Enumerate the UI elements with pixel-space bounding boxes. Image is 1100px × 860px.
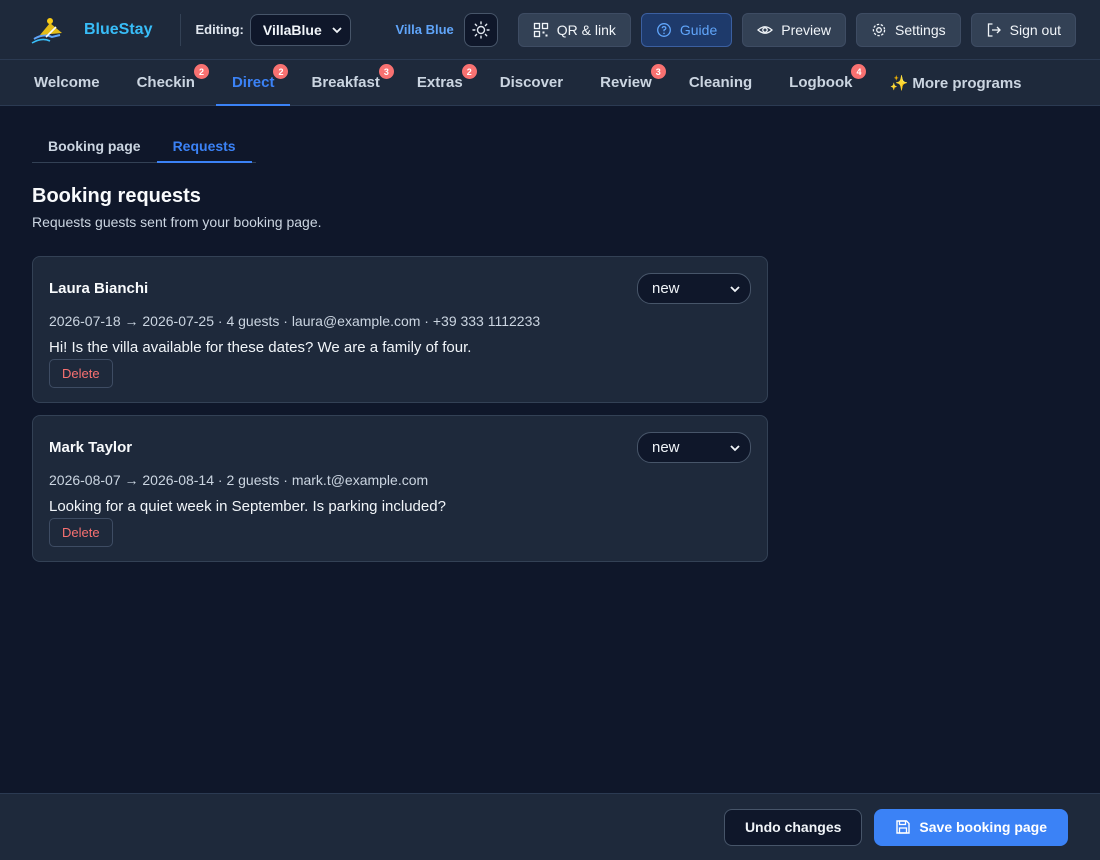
chevron-down-icon	[730, 285, 740, 292]
brand[interactable]: BlueStay	[30, 13, 152, 47]
request-card: Mark Taylor new 2026-08-07 → 2026-08-14 …	[32, 415, 768, 562]
tab-welcome[interactable]: Welcome	[18, 60, 116, 105]
tab-label: ✨ More programs	[889, 74, 1022, 92]
brand-name: BlueStay	[84, 20, 153, 38]
section-title: Booking requests	[32, 185, 201, 207]
theme-toggle-button[interactable]	[463, 12, 498, 47]
save-booking-page-label: Save booking page	[919, 819, 1047, 835]
tab-extras[interactable]: Extras 2	[401, 60, 479, 105]
request-message: Looking for a quiet week in September. I…	[49, 498, 446, 515]
guide-button[interactable]: Guide	[640, 12, 733, 47]
tab-more-programs[interactable]: ✨ More programs	[873, 60, 1037, 105]
tab-badge: 4	[851, 64, 867, 79]
tab-label: Welcome	[34, 74, 100, 91]
main-tab-bar: Welcome Checkin 2 Direct 2 Breakfast 3 E…	[0, 60, 1100, 106]
tab-discover[interactable]: Discover	[484, 60, 579, 105]
subtab-requests[interactable]: Requests	[156, 130, 252, 163]
sign-out-label: Sign out	[1009, 21, 1061, 38]
header-divider	[180, 13, 182, 46]
sun-icon	[472, 20, 490, 39]
tab-cleaning[interactable]: Cleaning	[673, 60, 768, 105]
delete-button[interactable]: Delete	[49, 359, 113, 388]
preview-button[interactable]: Preview	[742, 12, 847, 47]
gear-icon	[872, 23, 886, 36]
tab-review[interactable]: Review 3	[584, 60, 668, 105]
settings-label: Settings	[895, 21, 946, 38]
tab-breakfast[interactable]: Breakfast 3	[295, 60, 395, 105]
villa-select[interactable]: VillaBlue	[249, 13, 351, 46]
bluestay-logo-icon	[31, 17, 62, 44]
villa-name: Villa Blue	[395, 22, 454, 37]
tab-label: Logbook	[789, 74, 853, 91]
status-select[interactable]: new	[637, 273, 751, 304]
footer-bar: Undo changes Save booking page	[0, 793, 1100, 860]
tab-logbook[interactable]: Logbook 4	[773, 60, 868, 105]
tab-badge: 2	[193, 64, 209, 79]
editing-label: Editing:	[195, 22, 244, 37]
request-card-header: Mark Taylor new	[49, 432, 751, 463]
request-card: Laura Bianchi new 2026-07-18 → 2026-07-2…	[32, 256, 768, 403]
request-list: Laura Bianchi new 2026-07-18 → 2026-07-2…	[32, 256, 768, 562]
villa-select-value: VillaBlue	[262, 21, 322, 38]
sign-out-icon	[987, 22, 1001, 37]
qr-code-icon	[533, 22, 548, 37]
tab-label: Checkin	[136, 74, 195, 91]
status-select-value: new	[652, 439, 680, 456]
preview-label: Preview	[781, 21, 832, 38]
sub-tab-bar: Booking page Requests	[32, 130, 256, 163]
sign-out-button[interactable]: Sign out	[970, 12, 1076, 47]
undo-changes-label: Undo changes	[744, 819, 842, 835]
tab-label: Direct	[231, 74, 275, 91]
request-details: 2026-08-07 → 2026-08-14 · 2 guests · mar…	[49, 472, 429, 488]
save-booking-page-button[interactable]: Save booking page	[874, 808, 1068, 846]
save-disk-icon	[896, 820, 911, 834]
guest-name: Laura Bianchi	[49, 280, 149, 297]
status-select[interactable]: new	[637, 432, 751, 463]
chevron-down-icon	[332, 26, 342, 33]
qr-link-button[interactable]: QR & link	[517, 12, 631, 47]
tab-label: Review	[600, 74, 652, 91]
tab-badge: 2	[461, 64, 477, 79]
tab-badge: 3	[378, 64, 394, 79]
settings-button[interactable]: Settings	[856, 12, 961, 47]
request-card-header: Laura Bianchi new	[49, 273, 751, 304]
top-header: BlueStay Editing: VillaBlue Villa Blue Q…	[0, 0, 1100, 60]
section-subtitle: Requests guests sent from your booking p…	[32, 214, 322, 230]
undo-changes-button[interactable]: Undo changes	[723, 808, 863, 846]
tab-badge: 2	[273, 64, 289, 79]
guide-label: Guide	[679, 21, 718, 38]
help-circle-icon	[656, 22, 671, 37]
tab-label: Discover	[499, 74, 564, 91]
guest-name: Mark Taylor	[49, 439, 133, 456]
eye-icon	[757, 25, 774, 34]
status-select-value: new	[652, 280, 680, 297]
tab-checkin[interactable]: Checkin 2	[121, 60, 211, 105]
tab-label: Extras	[416, 74, 463, 91]
main-content: Booking page Requests Booking requests R…	[0, 106, 1100, 562]
request-message: Hi! Is the villa available for these dat…	[49, 339, 472, 356]
tab-label: Cleaning	[688, 74, 753, 91]
tab-label: Breakfast	[311, 74, 380, 91]
qr-link-label: QR & link	[556, 21, 616, 38]
tab-direct[interactable]: Direct 2	[215, 60, 291, 106]
subtab-booking-page[interactable]: Booking page	[32, 130, 157, 162]
chevron-down-icon	[730, 444, 740, 451]
tab-badge: 3	[650, 64, 666, 79]
delete-button[interactable]: Delete	[49, 518, 113, 547]
request-details: 2026-07-18 → 2026-07-25 · 4 guests · lau…	[49, 313, 541, 329]
